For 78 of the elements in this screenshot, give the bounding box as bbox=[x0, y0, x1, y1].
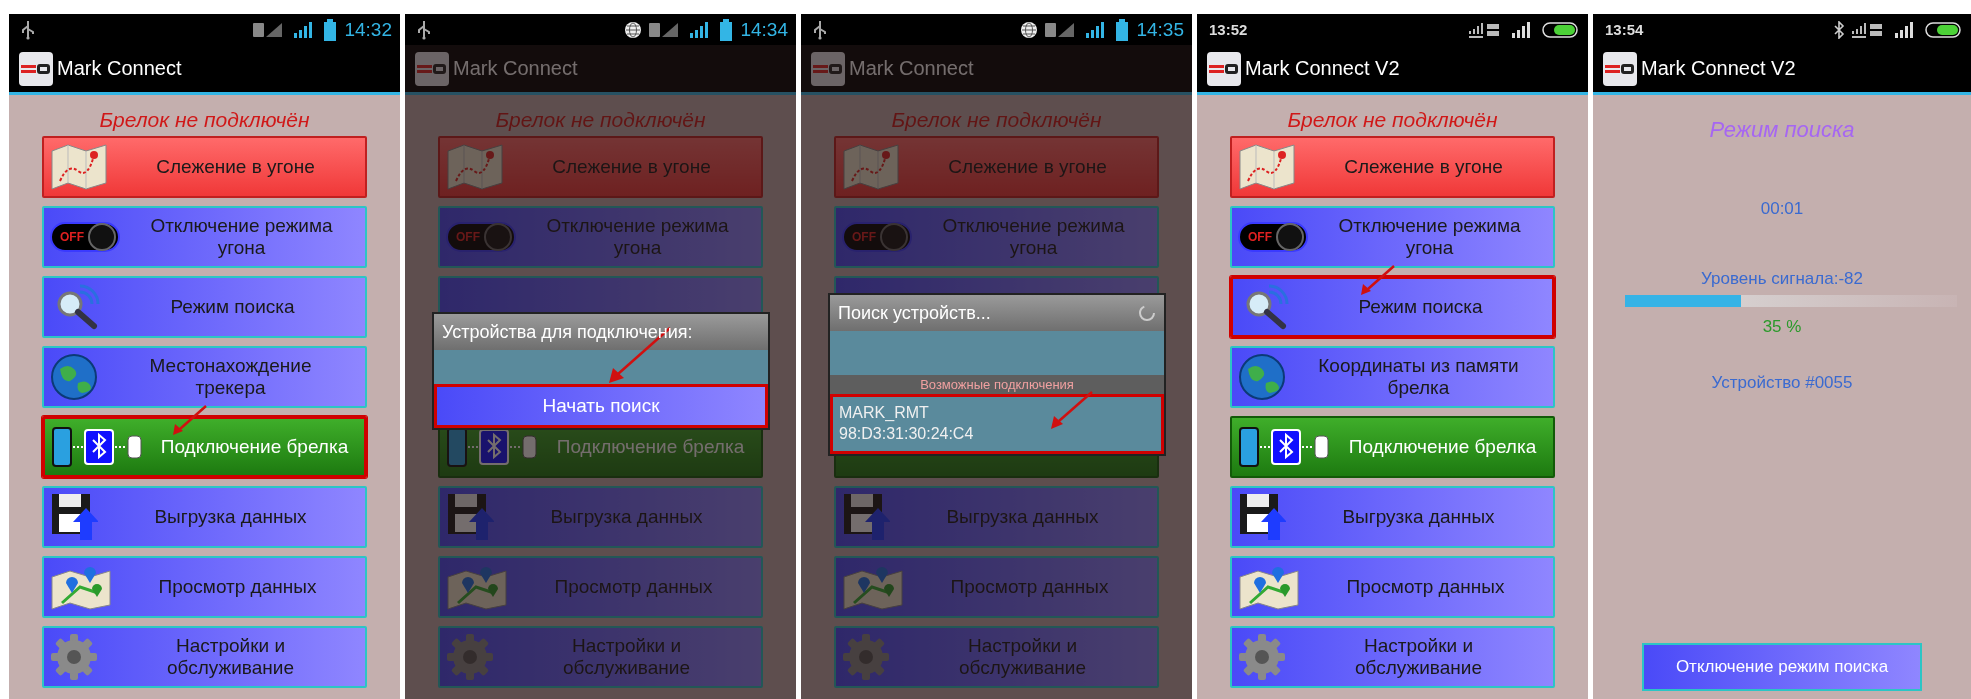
status-time: 13:52 bbox=[1209, 21, 1248, 38]
usb-icon bbox=[21, 19, 35, 40]
switch-label: OFF bbox=[852, 230, 876, 244]
device-number: Устройство #0055 bbox=[1711, 373, 1853, 393]
menu-button[interactable]: Подключение брелка bbox=[42, 416, 367, 478]
menu-button[interactable]: OFF Отключение режима угона bbox=[42, 206, 367, 268]
gear-icon bbox=[50, 633, 98, 681]
menu-button[interactable]: Слежение в угоне bbox=[1230, 136, 1555, 198]
map-icon bbox=[446, 143, 504, 191]
app-title: Mark Connect bbox=[453, 57, 578, 80]
app-title: Mark Connect V2 bbox=[1641, 57, 1796, 80]
battery-icon bbox=[1925, 20, 1963, 39]
menu-button[interactable]: Координаты из памяти брелка bbox=[1230, 346, 1555, 408]
gear-icon bbox=[446, 633, 494, 681]
map-icon bbox=[842, 143, 900, 191]
globe-icon bbox=[624, 20, 643, 39]
floppy-disk-icon bbox=[446, 492, 494, 542]
connection-status: Брелок не подключён bbox=[890, 107, 1103, 133]
switch-knob-icon bbox=[880, 223, 908, 251]
menu-button[interactable]: Режим поиска bbox=[42, 276, 367, 338]
globe-icon bbox=[50, 353, 98, 401]
battery-icon bbox=[324, 18, 337, 41]
app-logo-icon bbox=[1603, 51, 1637, 86]
connection-status: Брелок не подключён bbox=[1286, 107, 1499, 133]
dialog-title: Поиск устройств... bbox=[838, 302, 991, 324]
globe-icon bbox=[1020, 20, 1039, 39]
floppy-disk-icon bbox=[1238, 492, 1286, 542]
app-title: Mark Connect V2 bbox=[1245, 57, 1400, 80]
app-logo-icon bbox=[19, 51, 53, 86]
menu-button[interactable]: Подключение брелка bbox=[1230, 416, 1555, 478]
app-logo-icon bbox=[1207, 51, 1241, 86]
signal-percent: 35 % bbox=[1762, 317, 1802, 337]
stop-search-button[interactable]: Отключение режим поиска bbox=[1642, 643, 1922, 691]
menu-button[interactable]: Режим поиска bbox=[1230, 276, 1555, 338]
connection-status: Брелок не подключён bbox=[494, 107, 707, 133]
menu-button[interactable]: Настройки и обслуживание bbox=[42, 626, 367, 688]
device-list-item[interactable]: MARK_RMT 98:D3:31:30:24:C4 bbox=[830, 394, 1164, 454]
switch-knob-icon bbox=[1276, 223, 1304, 251]
usb-icon bbox=[813, 19, 827, 40]
menu-button[interactable]: Просмотр данных bbox=[1230, 556, 1555, 618]
menu-button[interactable]: OFF Отключение режима угона bbox=[1230, 206, 1555, 268]
menu-button[interactable]: Выгрузка данных bbox=[1230, 486, 1555, 548]
switch-label: OFF bbox=[1248, 230, 1272, 244]
globe-icon bbox=[1238, 353, 1286, 401]
connection-status: Брелок не подключён bbox=[98, 107, 311, 133]
search-mode-title: Режим поиска bbox=[1709, 117, 1855, 143]
section-header: Возможные подключения bbox=[830, 375, 1164, 394]
battery-icon bbox=[1116, 18, 1129, 41]
gear-icon bbox=[1238, 633, 1286, 681]
status-time: 14:34 bbox=[740, 18, 788, 41]
elapsed-timer: 00:01 bbox=[1760, 199, 1804, 219]
app-logo-icon bbox=[415, 51, 449, 86]
map-icon bbox=[50, 143, 108, 191]
status-time: 13:54 bbox=[1605, 21, 1644, 38]
bluetooth-icon bbox=[1833, 20, 1845, 39]
menu-button[interactable]: Местонахождение трекера bbox=[42, 346, 367, 408]
switch-knob-icon bbox=[88, 223, 116, 251]
start-search-button[interactable]: Начать поиск bbox=[434, 384, 768, 428]
battery-icon bbox=[1542, 20, 1580, 39]
menu-button[interactable]: Слежение в угоне bbox=[42, 136, 367, 198]
menu-button[interactable]: Выгрузка данных bbox=[42, 486, 367, 548]
switch-label: OFF bbox=[60, 230, 84, 244]
floppy-disk-icon bbox=[50, 492, 98, 542]
signal-level-label: Уровень сигнала:-82 bbox=[1701, 269, 1863, 289]
app-logo-icon bbox=[811, 51, 845, 86]
menu-button[interactable]: Настройки и обслуживание bbox=[1230, 626, 1555, 688]
gear-icon bbox=[842, 633, 890, 681]
usb-icon bbox=[417, 19, 431, 40]
map-icon bbox=[1238, 143, 1296, 191]
menu-button[interactable]: Просмотр данных bbox=[42, 556, 367, 618]
app-title: Mark Connect bbox=[57, 57, 182, 80]
status-time: 14:35 bbox=[1136, 18, 1184, 41]
switch-knob-icon bbox=[484, 223, 512, 251]
switch-label: OFF bbox=[456, 230, 480, 244]
app-title: Mark Connect bbox=[849, 57, 974, 80]
status-time: 14:32 bbox=[344, 18, 392, 41]
floppy-disk-icon bbox=[842, 492, 890, 542]
battery-icon bbox=[720, 18, 733, 41]
